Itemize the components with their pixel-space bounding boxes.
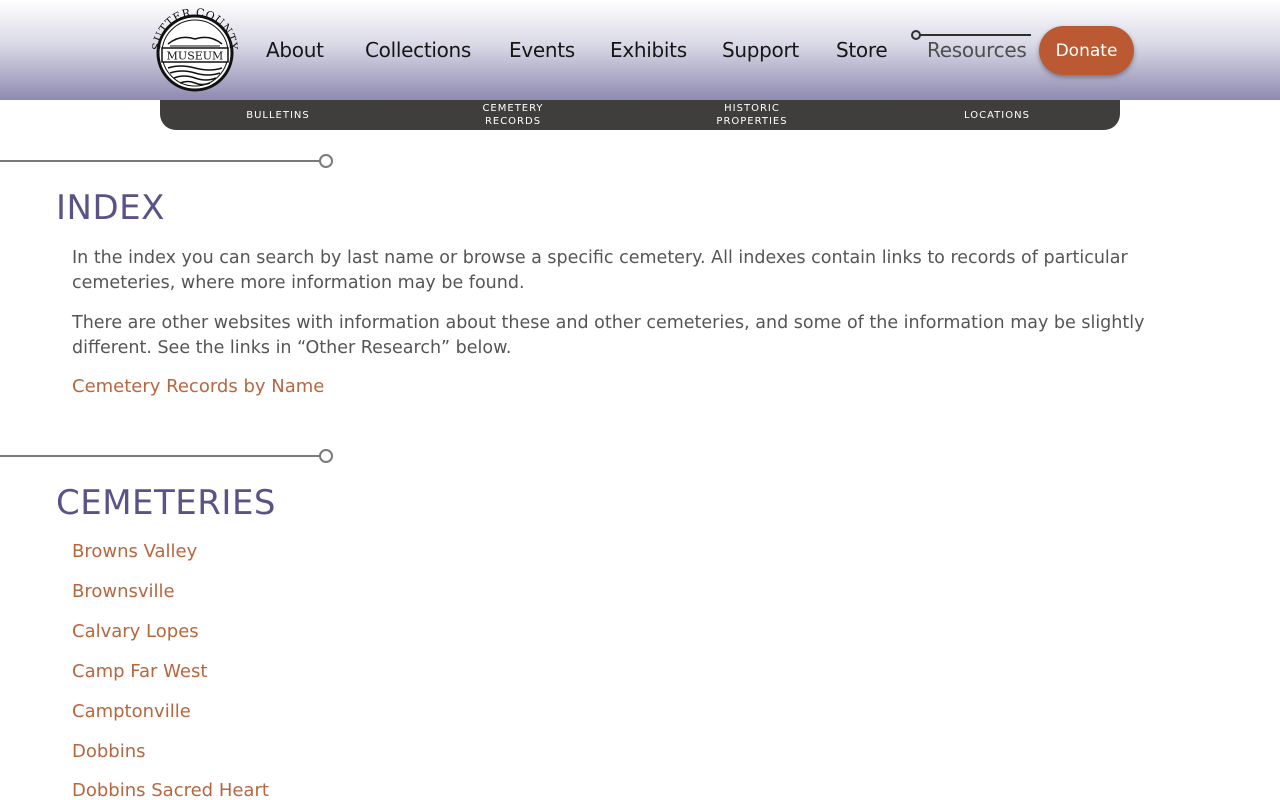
section-divider-line	[0, 160, 320, 162]
cemetery-link-camptonville[interactable]: Camptonville	[72, 701, 191, 722]
nav-support[interactable]: Support	[722, 38, 799, 62]
subnav-historic-properties[interactable]: HISTORIC PROPERTIES	[692, 100, 812, 130]
nav-store[interactable]: Store	[836, 38, 888, 62]
index-paragraph-2: There are other websites with informatio…	[72, 313, 1145, 358]
index-title: INDEX	[56, 188, 165, 228]
cemetery-link-calvary-lopes[interactable]: Calvary Lopes	[72, 621, 199, 642]
subnav-bulletins[interactable]: BULLETINS	[218, 100, 338, 130]
section-divider-dot	[319, 154, 333, 168]
nav-collections[interactable]: Collections	[365, 38, 471, 62]
cemetery-records-by-name-link[interactable]: Cemetery Records by Name	[72, 376, 324, 397]
nav-exhibits[interactable]: Exhibits	[610, 38, 687, 62]
section-divider-dot	[319, 449, 333, 463]
cemetery-link-dobbins[interactable]: Dobbins	[72, 741, 146, 762]
cemetery-link-brownsville[interactable]: Brownsville	[72, 581, 175, 602]
cemetery-link-dobbins-sacred-heart[interactable]: Dobbins Sacred Heart	[72, 780, 269, 800]
nav-about[interactable]: About	[266, 38, 324, 62]
donate-button[interactable]: Donate	[1039, 26, 1134, 75]
active-nav-indicator-dot	[911, 30, 921, 40]
index-paragraph-1: In the index you can search by last name…	[72, 248, 1128, 293]
site-header: SUTTER COUNTY MUSEUM About Collections E…	[0, 0, 1280, 100]
section-divider-line	[0, 455, 320, 457]
active-nav-indicator-line	[914, 34, 1031, 36]
resources-subnav: BULLETINS CEMETERY RECORDS HISTORIC PROP…	[160, 100, 1120, 130]
subnav-locations[interactable]: LOCATIONS	[937, 100, 1057, 130]
cemetery-link-browns-valley[interactable]: Browns Valley	[72, 541, 197, 562]
nav-events[interactable]: Events	[509, 38, 575, 62]
museum-logo[interactable]: SUTTER COUNTY MUSEUM	[150, 6, 240, 96]
logo-center-text: MUSEUM	[167, 50, 224, 63]
subnav-cemetery-records[interactable]: CEMETERY RECORDS	[453, 100, 573, 130]
cemetery-link-camp-far-west[interactable]: Camp Far West	[72, 661, 207, 682]
cemeteries-title: CEMETERIES	[56, 483, 277, 523]
nav-resources[interactable]: Resources	[927, 38, 1027, 62]
